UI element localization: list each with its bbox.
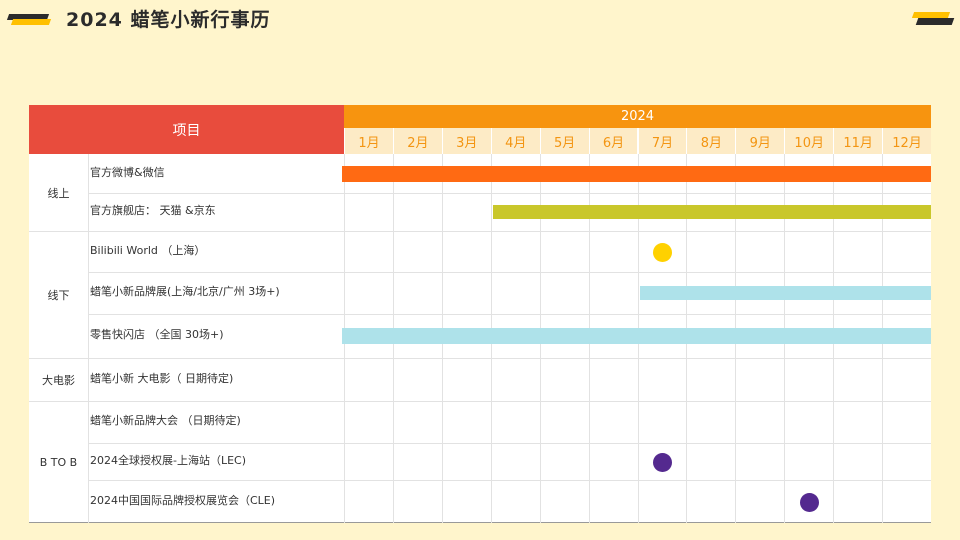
corner-accent-right bbox=[911, 12, 955, 28]
item-label: 官方旗舰店： 天猫 &京东 bbox=[90, 204, 216, 217]
schedule-dot bbox=[799, 492, 819, 512]
title-accent-left bbox=[6, 14, 52, 28]
schedule-bar bbox=[342, 165, 931, 182]
month-header: 12月 bbox=[882, 128, 931, 154]
schedule-bar bbox=[492, 205, 931, 219]
month-header: 4月 bbox=[490, 128, 540, 154]
item-column-header: 项目 bbox=[29, 105, 344, 154]
month-header: 9月 bbox=[735, 128, 785, 154]
schedule-bar bbox=[639, 286, 931, 300]
item-label: 零售快闪店 （全国 30场+) bbox=[90, 328, 224, 341]
schedule-dot bbox=[652, 452, 672, 472]
month-header: 10月 bbox=[784, 128, 834, 154]
category-label: 大电影 bbox=[42, 373, 75, 387]
month-header: 11月 bbox=[833, 128, 883, 154]
item-label: 蜡笔小新品牌展(上海/北京/广州 3场+) bbox=[90, 285, 280, 298]
page-title: 2024 蜡笔小新行事历 bbox=[66, 9, 271, 31]
item-label: 2024全球授权展-上海站（LEC) bbox=[90, 453, 247, 467]
category-label: B TO B bbox=[39, 455, 78, 469]
category-label: 线上 bbox=[47, 186, 70, 200]
item-label: 2024中国国际品牌授权展览会（CLE) bbox=[90, 493, 276, 507]
month-header: 2月 bbox=[392, 128, 442, 154]
month-header: 7月 bbox=[637, 128, 687, 154]
schedule-bar bbox=[342, 328, 931, 344]
month-header: 3月 bbox=[441, 128, 491, 154]
schedule-table: 项目 2024 1月 2月 3月 4月 5月 6月 7月 8月 9月 10月 11月 12月线上线下大… bbox=[29, 105, 931, 523]
category-label: 线下 bbox=[47, 288, 70, 302]
item-label: Bilibili World （上海） bbox=[90, 243, 206, 257]
table-bottom-border bbox=[29, 522, 931, 523]
month-header: 5月 bbox=[539, 128, 589, 154]
item-label: 蜡笔小新品牌大会 （日期待定) bbox=[90, 414, 241, 427]
item-label: 蜡笔小新 大电影（ 日期待定) bbox=[90, 371, 234, 385]
item-label: 官方微博&微信 bbox=[90, 165, 165, 179]
month-header: 6月 bbox=[588, 128, 638, 154]
year-header: 2024 bbox=[344, 105, 931, 128]
month-header: 8月 bbox=[686, 128, 736, 154]
schedule-dot bbox=[652, 242, 672, 262]
month-header: 1月 bbox=[344, 128, 393, 154]
